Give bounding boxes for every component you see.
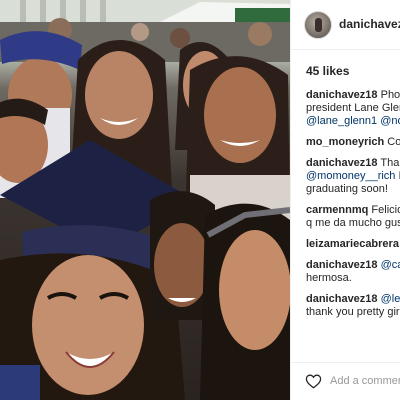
comment: danichavez18 @carhermosa.	[306, 259, 400, 285]
heart-icon[interactable]	[305, 373, 322, 389]
comment-mention[interactable]: @momoney__rich	[306, 170, 395, 182]
comment-line: mo_moneyrich Con	[306, 136, 400, 149]
comment-text: Con	[387, 136, 400, 148]
add-comment-input[interactable]: Add a commen	[330, 375, 400, 387]
comment-username[interactable]: carmennmq	[306, 204, 368, 216]
comment: danichavez18 Photopresident Lane Glenn@l…	[306, 89, 400, 128]
comment: danichavez18 Than@momoney__rich I hgradu…	[306, 157, 400, 196]
comment-username[interactable]: leizamariecabrera	[306, 238, 399, 250]
comment-mention[interactable]: @car	[381, 259, 400, 271]
comment-line: graduating soon!	[306, 183, 400, 196]
comment-mention[interactable]: @nort	[380, 115, 400, 127]
comment: carmennmq Felicidaq me da mucho gus	[306, 204, 400, 230]
comment-text: I h	[395, 170, 400, 182]
comment: mo_moneyrich Con	[306, 136, 400, 149]
comment-line: danichavez18 @leiz	[306, 293, 400, 306]
comment-spacer	[306, 149, 400, 157]
comment-text: president Lane Glenn	[306, 102, 400, 114]
comment-spacer	[306, 251, 400, 259]
comment-line: leizamariecabrera C	[306, 238, 400, 251]
comment-username[interactable]: danichavez18	[306, 259, 378, 271]
comment-username[interactable]: danichavez18	[306, 89, 378, 101]
comment-mention[interactable]: @lane_glenn1	[306, 115, 377, 127]
comment-text: Photo	[380, 89, 400, 101]
comment-spacer	[306, 128, 400, 136]
comment: danichavez18 @leizthank you pretty gir	[306, 293, 400, 319]
post-sidebar: danichavez18 45 likes danichavez18 Photo…	[290, 0, 400, 400]
comment-text: graduating soon!	[306, 183, 388, 195]
comment-text: Than	[380, 157, 400, 169]
comments-list: danichavez18 Photopresident Lane Glenn@l…	[306, 89, 400, 319]
comment-footer: Add a commen	[291, 362, 400, 400]
comment-mention[interactable]: @leiz	[381, 293, 400, 305]
comment-text: hermosa.	[306, 272, 352, 284]
comment-line: president Lane Glenn	[306, 102, 400, 115]
comment-spacer	[306, 230, 400, 238]
likes-count[interactable]: 45 likes	[306, 64, 349, 78]
comment-line: q me da mucho gus	[306, 217, 400, 230]
avatar[interactable]	[304, 11, 332, 39]
comment: leizamariecabrera C	[306, 238, 400, 251]
comment-username[interactable]: mo_moneyrich	[306, 136, 384, 148]
comment-text: q me da mucho gus	[306, 217, 400, 229]
graduation-selfie-image	[0, 0, 290, 400]
comment-line: danichavez18 Than	[306, 157, 400, 170]
comment-line: carmennmq Felicida	[306, 204, 400, 217]
comment-username[interactable]: danichavez18	[306, 157, 378, 169]
comment-line: danichavez18 @car	[306, 259, 400, 272]
comment-text: Felicida	[371, 204, 400, 216]
comment-line: @lane_glenn1 @nort	[306, 115, 400, 128]
comment-line: @momoney__rich I h	[306, 170, 400, 183]
post-header: danichavez18	[291, 0, 400, 50]
comment-spacer	[306, 196, 400, 204]
comment-line: hermosa.	[306, 272, 400, 285]
comment-line: thank you pretty gir	[306, 306, 400, 319]
comment-line: danichavez18 Photo	[306, 89, 400, 102]
comment-username[interactable]: danichavez18	[306, 293, 378, 305]
post-photo[interactable]	[0, 0, 290, 400]
comment-spacer	[306, 285, 400, 293]
post-username[interactable]: danichavez18	[339, 17, 400, 31]
comment-text: thank you pretty gir	[306, 306, 400, 318]
